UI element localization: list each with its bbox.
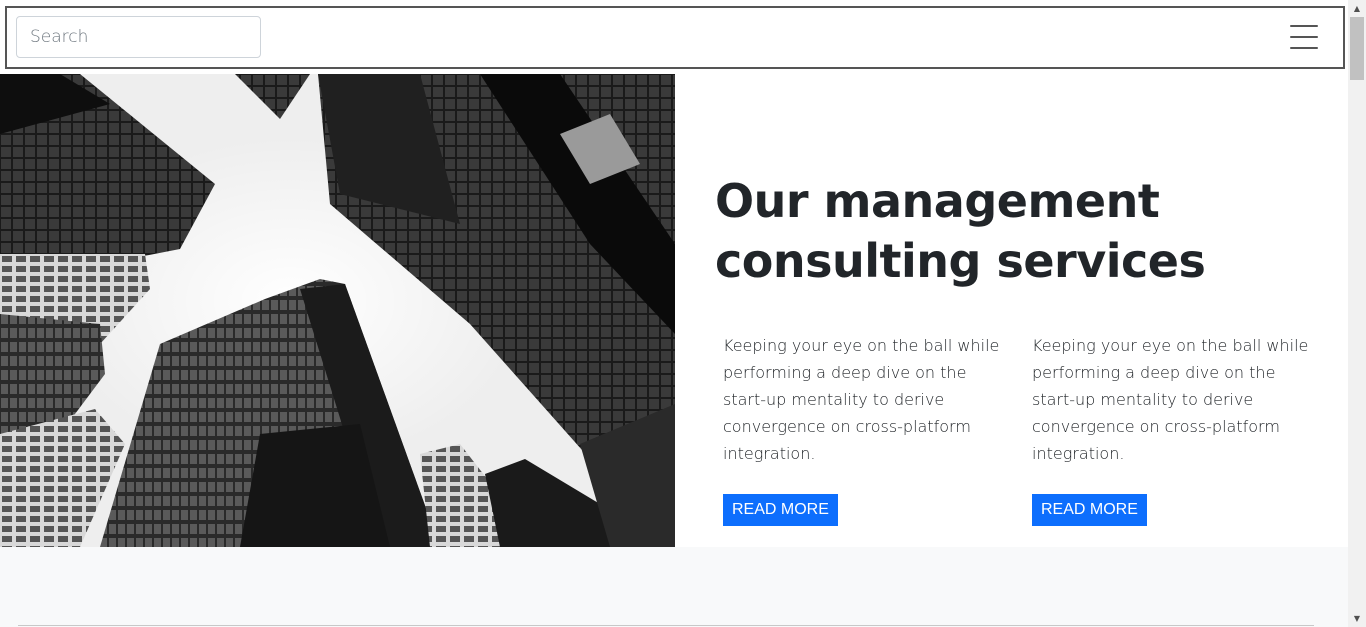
service-column: Keeping your eye on the ball while perfo…	[1032, 332, 1317, 526]
top-navbar	[5, 6, 1345, 69]
scroll-down-arrow-icon[interactable]: ▼	[1348, 610, 1366, 627]
hamburger-line	[1290, 25, 1318, 27]
hero-content: Our management consulting services Keepi…	[675, 74, 1348, 547]
scroll-up-arrow-icon[interactable]: ▲	[1348, 0, 1366, 17]
lower-section	[0, 547, 1348, 627]
section-divider	[18, 625, 1314, 626]
read-more-button[interactable]: READ MORE	[1032, 494, 1147, 526]
service-description: Keeping your eye on the ball while perfo…	[1032, 336, 1309, 463]
scrollbar-thumb[interactable]	[1350, 17, 1364, 80]
skyscraper-illustration	[0, 74, 675, 547]
page-title: Our management consulting services	[715, 174, 1206, 288]
service-description: Keeping your eye on the ball while perfo…	[723, 336, 1000, 463]
service-column: Keeping your eye on the ball while perfo…	[723, 332, 1008, 526]
hero-skyscraper-image	[0, 74, 675, 547]
vertical-scrollbar[interactable]: ▲ ▼	[1348, 0, 1366, 627]
hamburger-line	[1290, 36, 1318, 38]
hamburger-menu-icon[interactable]	[1287, 22, 1321, 52]
search-input[interactable]	[16, 16, 261, 58]
read-more-button[interactable]: READ MORE	[723, 494, 838, 526]
hamburger-line	[1290, 47, 1318, 49]
